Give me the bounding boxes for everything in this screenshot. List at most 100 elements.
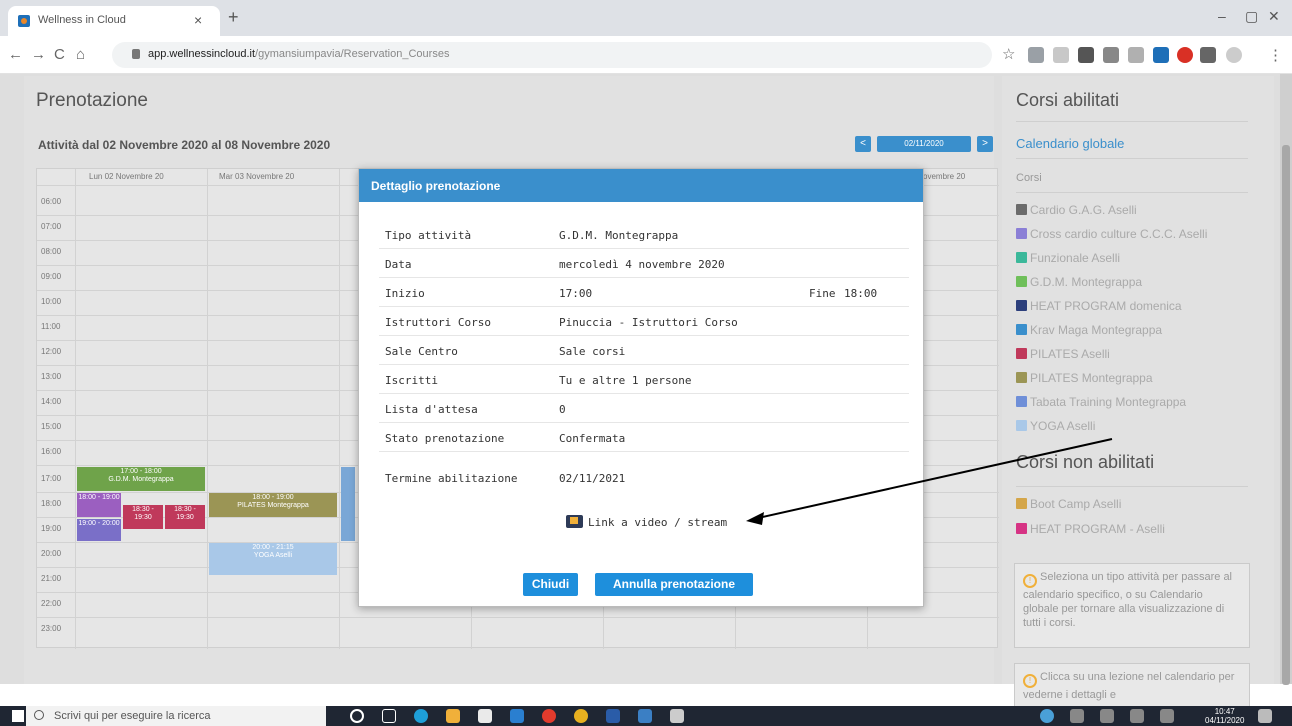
course-color-swatch <box>1016 324 1027 335</box>
detail-row: Istruttori Corso Pinuccia - Istruttori Co… <box>379 307 909 336</box>
grid-line <box>207 169 208 649</box>
calendar-event[interactable]: 18:30 - 19:30 <box>123 505 163 529</box>
store-icon[interactable] <box>478 709 492 723</box>
app-icon[interactable] <box>670 709 684 723</box>
extension-icon[interactable] <box>1153 47 1169 63</box>
time-label: 16:00 <box>41 447 62 456</box>
profile-avatar[interactable] <box>1226 47 1242 63</box>
mail-icon[interactable] <box>510 709 524 723</box>
close-button[interactable]: Chiudi <box>523 573 578 596</box>
course-item[interactable]: Cardio G.A.G. Aselli <box>1016 203 1137 219</box>
course-item[interactable]: PILATES Montegrappa <box>1016 371 1153 387</box>
taskbar-clock[interactable]: 10:47 04/11/2020 <box>1205 707 1244 725</box>
course-item[interactable]: PILATES Aselli <box>1016 347 1110 363</box>
window-minimize-button[interactable]: – <box>1218 8 1226 24</box>
course-item[interactable]: HEAT PROGRAM - Aselli <box>1016 522 1165 538</box>
course-color-swatch <box>1016 252 1027 263</box>
calendar-event[interactable] <box>341 467 355 541</box>
event-name: PILATES Montegrappa <box>237 502 309 509</box>
disabled-courses-title: Corsi non abilitati <box>1016 452 1155 472</box>
date-picker-field[interactable]: 02/11/2020 <box>877 136 971 152</box>
cancel-booking-button[interactable]: Annulla prenotazione <box>595 573 753 596</box>
url-field[interactable]: app.wellnessincloud.it/gymansiumpavia/Re… <box>112 42 992 68</box>
puzzle-icon[interactable] <box>1200 47 1216 63</box>
course-item[interactable]: Boot Camp Aselli <box>1016 497 1121 513</box>
course-color-swatch <box>1016 372 1027 383</box>
extension-icon[interactable] <box>1103 47 1119 63</box>
volume-icon[interactable] <box>1160 709 1174 723</box>
info-icon: ! <box>1023 574 1037 588</box>
time-label: 18:00 <box>41 499 62 508</box>
course-item[interactable]: YOGA Aselli <box>1016 419 1095 435</box>
browser-tab[interactable]: Wellness in Cloud × <box>8 6 220 36</box>
course-item[interactable]: Tabata Training Montegrappa <box>1016 395 1186 411</box>
forward-arrow-icon[interactable]: → <box>31 46 46 63</box>
time-label: 07:00 <box>41 222 62 231</box>
global-calendar-link[interactable]: Calendario globale <box>1016 136 1124 151</box>
time-label: 12:00 <box>41 347 62 356</box>
calendar-event[interactable]: 20:00 - 21:15 YOGA Aselli <box>209 543 337 575</box>
course-item[interactable]: Cross cardio culture C.C.C. Aselli <box>1016 227 1207 243</box>
browser-menu-icon[interactable]: ⋮ <box>1268 46 1283 64</box>
previous-week-button[interactable]: < <box>855 136 871 152</box>
course-item[interactable]: HEAT PROGRAM domenica <box>1016 299 1182 315</box>
sidebar-title: Corsi abilitati <box>1016 90 1120 110</box>
window-close-button[interactable]: ✕ <box>1268 8 1280 25</box>
calendar-event[interactable]: 18:00 - 19:00 <box>77 493 121 517</box>
detail-row: Iscritti Tu e altre 1 persone <box>379 365 909 394</box>
extension-icon[interactable] <box>1128 47 1144 63</box>
scrollbar-thumb[interactable] <box>1282 145 1290 685</box>
divider <box>1016 192 1248 193</box>
tray-icon[interactable] <box>1070 709 1084 723</box>
course-color-swatch <box>1016 204 1027 215</box>
tray-icon[interactable] <box>1130 709 1144 723</box>
course-item[interactable]: G.D.M. Montegrappa <box>1016 275 1142 291</box>
extension-icon[interactable] <box>1078 47 1094 63</box>
detail-row: Tipo attività G.D.M. Montegrappa <box>379 220 909 249</box>
calendar-event[interactable]: 18:30 - 19:30 <box>165 505 205 529</box>
back-arrow-icon[interactable]: ← <box>8 46 23 63</box>
window-maximize-button[interactable]: ▢ <box>1245 8 1258 25</box>
edge-icon[interactable] <box>414 709 428 723</box>
time-label: 06:00 <box>41 197 62 206</box>
video-stream-link[interactable]: Link a video / stream <box>566 515 727 529</box>
chrome-icon[interactable] <box>574 709 588 723</box>
event-time: 19:00 - 20:00 <box>78 520 120 527</box>
new-tab-button[interactable]: + <box>228 7 239 28</box>
bookmark-star-icon[interactable]: ☆ <box>1002 45 1015 63</box>
course-item[interactable]: Krav Maga Montegrappa <box>1016 323 1162 339</box>
detail-row: Lista d'attesa 0 <box>379 394 909 423</box>
info-hint-box: ! Seleziona un tipo attività per passare … <box>1014 563 1250 648</box>
calendar-event[interactable]: 19:00 - 20:00 <box>77 519 121 541</box>
extension-icon[interactable] <box>1028 47 1044 63</box>
extension-icon[interactable] <box>1053 47 1069 63</box>
app-icon[interactable] <box>638 709 652 723</box>
calendar-event[interactable]: 18:00 - 19:00 PILATES Montegrappa <box>209 493 337 517</box>
home-icon[interactable]: ⌂ <box>76 46 85 63</box>
tray-icon[interactable] <box>1100 709 1114 723</box>
day-header: Mar 03 Novembre 20 <box>219 172 295 181</box>
windows-start-icon[interactable] <box>12 710 24 722</box>
grid-line <box>75 169 76 649</box>
extension-icon[interactable] <box>1177 47 1193 63</box>
event-time: 18:30 - 19:30 <box>174 506 196 521</box>
file-explorer-icon[interactable] <box>446 709 460 723</box>
reload-icon[interactable]: C <box>54 46 65 63</box>
word-icon[interactable] <box>606 709 620 723</box>
notifications-icon[interactable] <box>1258 709 1272 723</box>
course-item[interactable]: Funzionale Aselli <box>1016 251 1120 267</box>
cortana-icon[interactable] <box>350 709 364 723</box>
calendar-event[interactable]: 17:00 - 18:00 G.D.M. Montegrappa <box>77 467 205 491</box>
tab-close-icon[interactable]: × <box>194 12 202 28</box>
courses-label: Corsi <box>1016 172 1042 184</box>
tray-icon[interactable] <box>1040 709 1054 723</box>
browser-tab-bar: Wellness in Cloud × + – ▢ ✕ <box>0 0 1292 36</box>
task-view-icon[interactable] <box>382 709 396 723</box>
opera-icon[interactable] <box>542 709 556 723</box>
event-name: YOGA Aselli <box>253 552 293 559</box>
time-label: 15:00 <box>41 422 62 431</box>
time-label: 20:00 <box>41 549 62 558</box>
taskbar-search[interactable]: Scrivi qui per eseguire la ricerca <box>26 706 326 726</box>
page-title: Prenotazione <box>36 90 148 111</box>
next-week-button[interactable]: > <box>977 136 993 152</box>
